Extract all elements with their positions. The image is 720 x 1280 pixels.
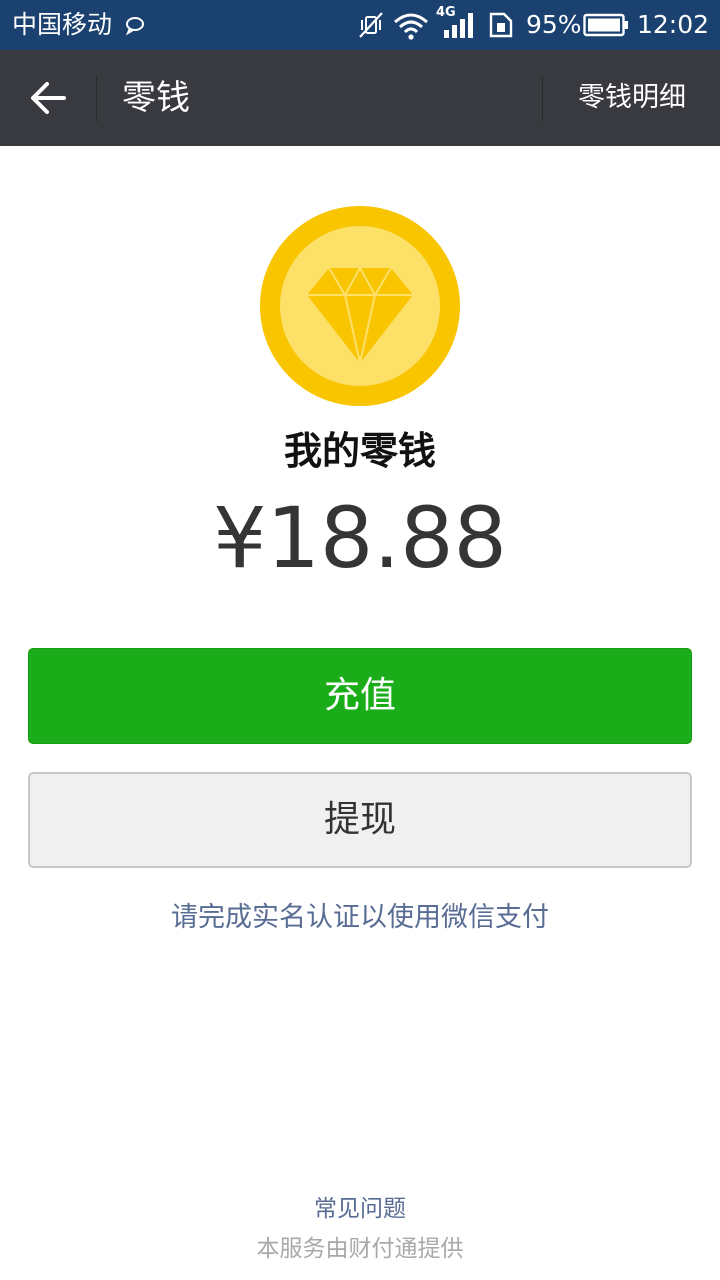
vibrate-off-icon	[359, 12, 383, 38]
clock: 12:02	[637, 10, 710, 39]
provider-note: 本服务由财付通提供	[256, 1236, 464, 1262]
recharge-button[interactable]: 充值	[28, 648, 692, 744]
title-divider	[96, 76, 97, 122]
real-name-verification-link[interactable]: 请完成实名认证以使用微信支付	[0, 898, 720, 938]
message-icon	[125, 17, 144, 36]
diamond-coin-icon	[260, 206, 460, 406]
title-divider	[542, 76, 543, 122]
balance-amount: ¥18.88	[213, 489, 507, 587]
page-title: 零钱	[122, 78, 190, 118]
sim-icon	[489, 12, 513, 38]
status-bar: 中国移动 4G 95% 12:02	[0, 0, 720, 50]
carrier-name: 中国移动	[12, 10, 113, 39]
battery-icon	[583, 13, 628, 37]
back-button[interactable]	[0, 50, 96, 146]
title-bar: 零钱 零钱明细	[0, 50, 720, 146]
wallet-label: 我的零钱	[283, 429, 436, 473]
wifi-icon	[394, 13, 428, 40]
signal-icon	[444, 13, 473, 38]
faq-link[interactable]: 常见问题	[0, 1192, 720, 1226]
withdraw-button[interactable]: 提现	[28, 772, 692, 868]
back-arrow-icon	[31, 82, 66, 114]
battery-percent: 95%	[526, 10, 582, 39]
wallet-details-button[interactable]: 零钱明细	[560, 50, 704, 146]
